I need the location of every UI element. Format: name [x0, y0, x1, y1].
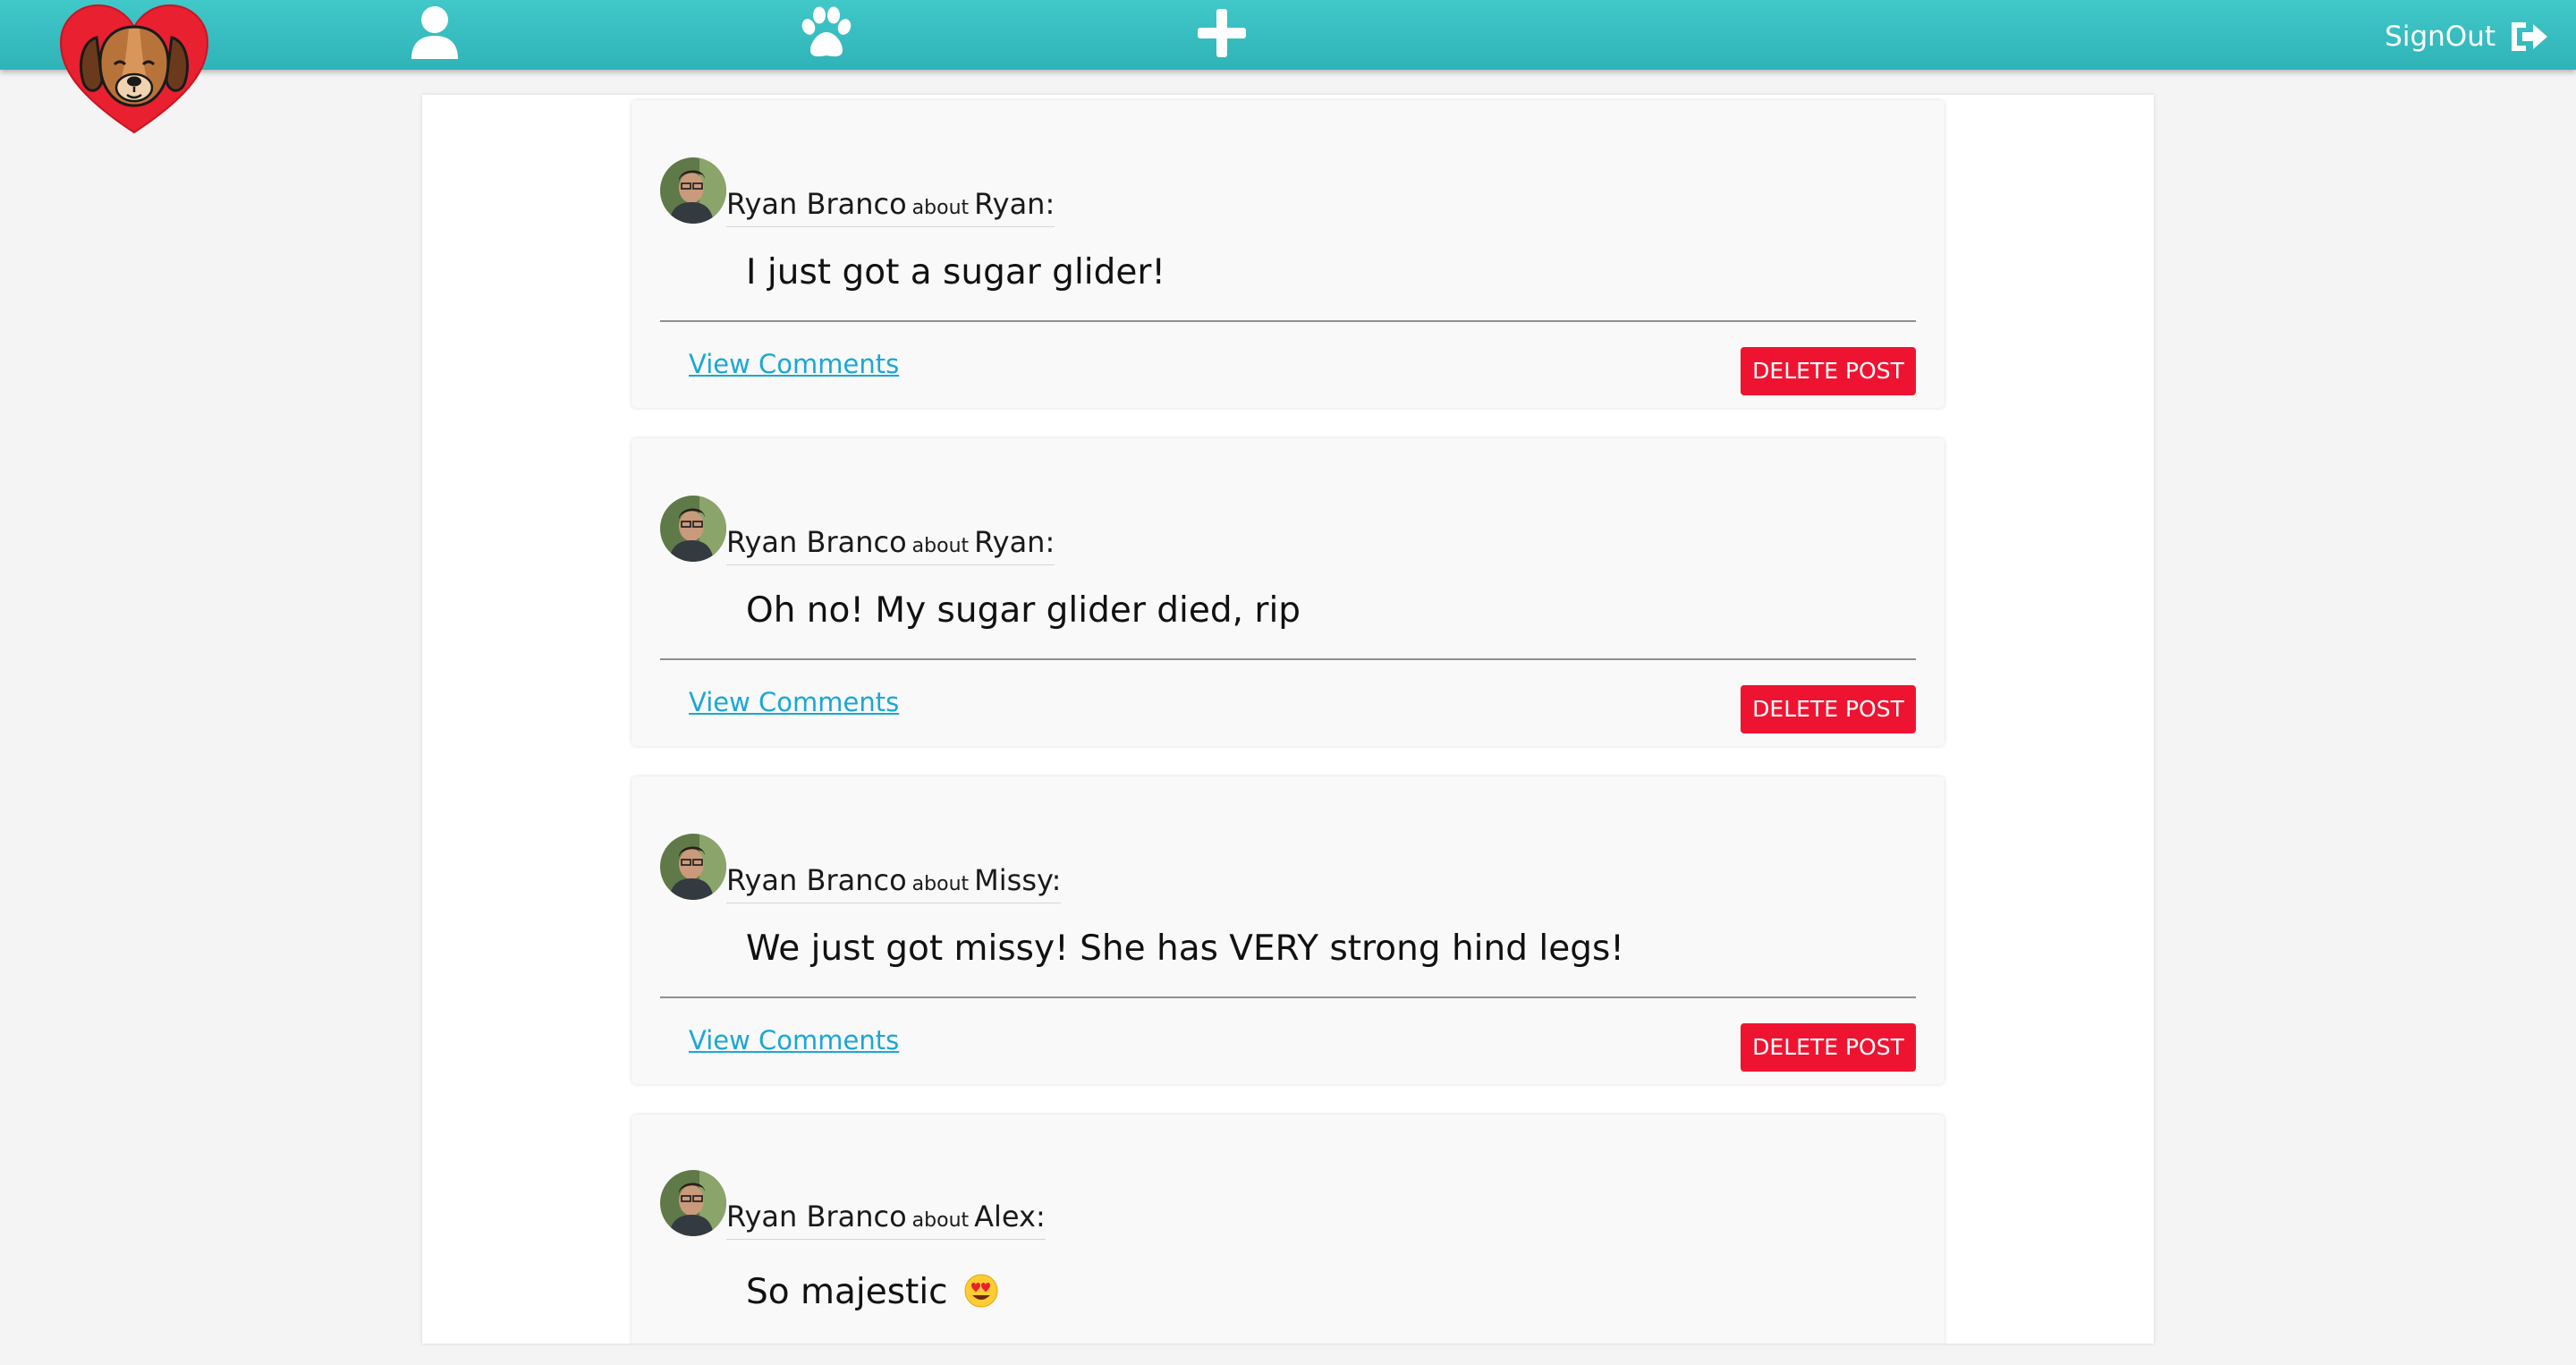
author-name[interactable]: Ryan Branco: [726, 187, 907, 221]
heart-eyes-emoji-icon: [964, 1274, 998, 1308]
post-text-content: So majestic: [746, 1272, 948, 1312]
post-header: Ryan Branco about Missy:: [660, 834, 1062, 903]
view-comments-link[interactable]: View Comments: [689, 349, 899, 379]
post-text: I just got a sugar glider!: [746, 252, 1166, 292]
post-divider: [660, 320, 1916, 322]
post-header: Ryan Branco about Ryan:: [660, 157, 1055, 227]
post-feed[interactable]: Ryan Branco about Ryan: I just got a sugar…: [422, 95, 2154, 1344]
delete-post-button[interactable]: DELETE POST: [1741, 1023, 1916, 1072]
author-name[interactable]: Ryan Branco: [726, 863, 907, 897]
subject-name[interactable]: Ryan:: [974, 187, 1055, 221]
top-navbar: SignOut: [0, 0, 2576, 70]
plus-icon[interactable]: [1193, 4, 1250, 63]
author-avatar[interactable]: [660, 157, 726, 224]
delete-post-button[interactable]: DELETE POST: [1741, 347, 1916, 395]
post-header: Ryan Branco about Ryan:: [660, 496, 1055, 565]
author-avatar[interactable]: [660, 834, 726, 900]
subject-name[interactable]: Alex:: [974, 1200, 1046, 1234]
post-header: Ryan Branco about Alex:: [660, 1170, 1046, 1240]
post-card: Ryan Branco about Alex: So majestic: [631, 1115, 1945, 1344]
subject-name[interactable]: Missy:: [974, 863, 1061, 897]
paw-icon[interactable]: [798, 4, 855, 63]
signout-button[interactable]: SignOut: [2385, 16, 2549, 57]
post-text: We just got missy! She has VERY strong h…: [746, 928, 1624, 969]
post-meta: Ryan Branco about Missy:: [726, 862, 1062, 903]
user-icon[interactable]: [406, 4, 463, 63]
about-label: about: [911, 1209, 970, 1232]
post-card: Ryan Branco about Ryan: Oh no! My sugar gl…: [631, 438, 1945, 746]
post-divider: [660, 658, 1916, 660]
subject-name[interactable]: Ryan:: [974, 525, 1055, 559]
author-avatar[interactable]: [660, 1170, 726, 1236]
about-label: about: [911, 873, 970, 895]
post-text: So majestic: [746, 1272, 998, 1312]
about-label: about: [911, 197, 970, 219]
post-meta: Ryan Branco about Ryan:: [726, 186, 1055, 227]
post-text: Oh no! My sugar glider died, rip: [746, 590, 1301, 631]
about-label: about: [911, 535, 970, 557]
view-comments-link[interactable]: View Comments: [689, 687, 899, 717]
post-meta: Ryan Branco about Alex:: [726, 1199, 1046, 1240]
delete-post-button[interactable]: DELETE POST: [1741, 685, 1916, 733]
post-meta: Ryan Branco about Ryan:: [726, 524, 1055, 565]
author-name[interactable]: Ryan Branco: [726, 525, 907, 559]
app-logo[interactable]: [59, 2, 209, 136]
post-divider: [660, 996, 1916, 998]
post-card: Ryan Branco about Missy: We just got missy…: [631, 776, 1945, 1084]
view-comments-link[interactable]: View Comments: [689, 1025, 899, 1056]
signout-label: SignOut: [2385, 21, 2496, 53]
signout-icon: [2512, 22, 2547, 51]
author-avatar[interactable]: [660, 496, 726, 562]
post-card: Ryan Branco about Ryan: I just got a sugar…: [631, 100, 1945, 408]
author-name[interactable]: Ryan Branco: [726, 1200, 907, 1234]
